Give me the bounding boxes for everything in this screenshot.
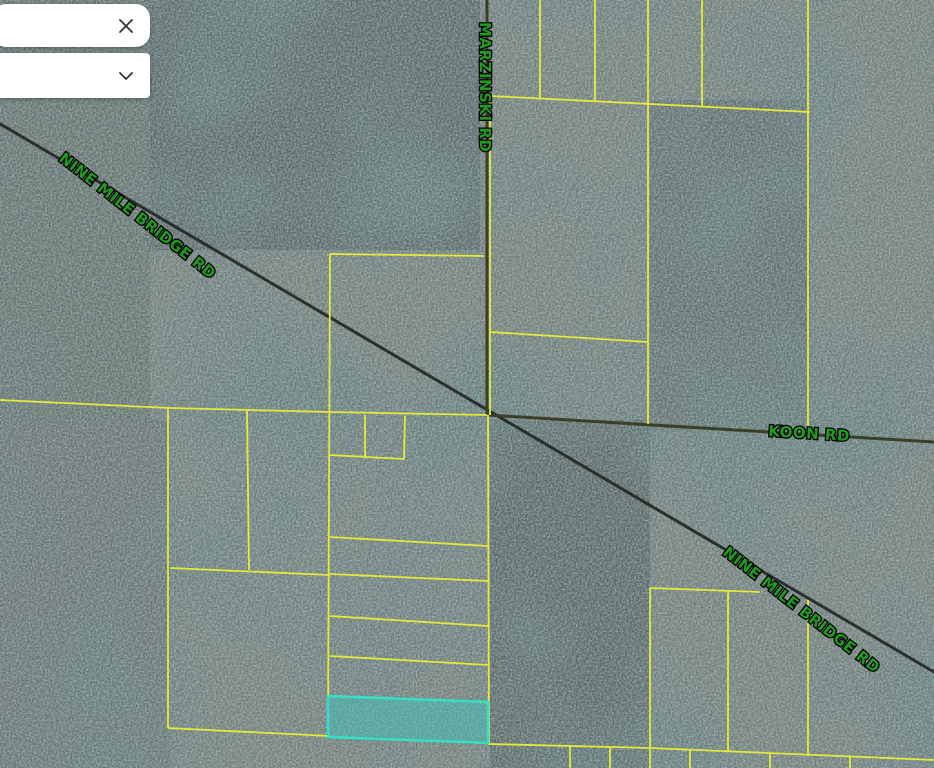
selected-parcel[interactable] (326, 694, 490, 745)
map-canvas[interactable]: NINE MILE BRIDGE RD MARZINSKI RD KOON RD… (0, 0, 934, 768)
chevron-down-icon[interactable] (116, 66, 136, 86)
close-icon[interactable] (116, 16, 136, 36)
aerial-imagery (0, 0, 934, 768)
search-panel[interactable] (0, 4, 150, 47)
road-label-marzinski: MARZINSKI RD (476, 22, 494, 152)
layer-dropdown[interactable] (0, 53, 150, 98)
